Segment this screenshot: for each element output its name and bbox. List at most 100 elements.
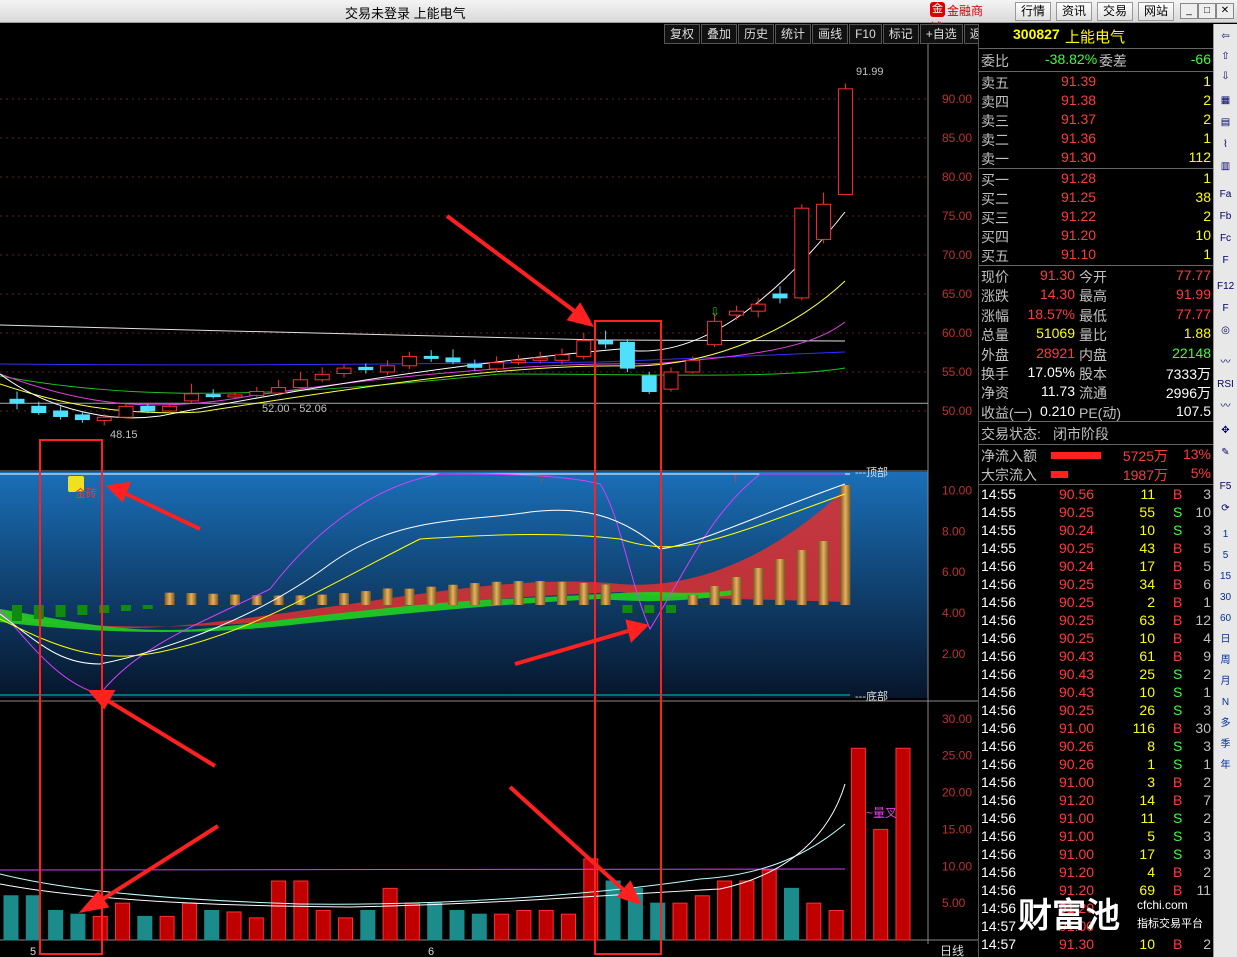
f5-icon[interactable]: F5 xyxy=(1217,478,1234,495)
volume-bar xyxy=(739,880,755,941)
candle-icon[interactable]: ▥ xyxy=(1217,158,1234,175)
period-button[interactable]: N xyxy=(1217,694,1234,711)
tick-time: 14:55 xyxy=(981,540,1017,556)
toolbar-mark-button[interactable]: 标记 xyxy=(882,24,919,44)
period-label[interactable]: 日线 xyxy=(940,944,964,957)
period-button[interactable]: 周 xyxy=(1217,652,1234,669)
indicator-bar xyxy=(55,605,66,617)
volume-bar xyxy=(828,910,844,941)
bid-row: 买一 91.28 1 xyxy=(981,170,1213,189)
f-tool-icon[interactable]: F xyxy=(1217,300,1234,317)
arrow-left-icon[interactable]: ⇦ xyxy=(1217,28,1234,45)
refresh-icon[interactable]: ⟳ xyxy=(1217,500,1234,517)
title-bar xyxy=(0,0,1237,23)
tick-row: 14:55 90.24 10 S 3 xyxy=(981,522,1213,541)
period-button[interactable]: 60 xyxy=(1217,610,1234,627)
ask-label: 卖五 xyxy=(981,75,1009,91)
brand-link[interactable]: 金金融商城 xyxy=(930,2,984,35)
toolbar-stats-button[interactable]: 统计 xyxy=(775,24,812,44)
minimize-icon[interactable]: _ xyxy=(1180,3,1198,19)
tick-time: 14:56 xyxy=(981,810,1017,826)
indicator-axis: 10.00 8.00 6.00 4.00 2.00 xyxy=(942,483,972,661)
period-button[interactable]: 1 xyxy=(1217,526,1234,543)
candle-body xyxy=(598,340,614,345)
toolbar-draw-button[interactable]: 画线 xyxy=(812,24,849,44)
toolbar-history-button[interactable]: 历史 xyxy=(738,24,775,44)
wave-icon-2[interactable]: 〰 xyxy=(1217,398,1234,415)
quote-label-2: 最高 xyxy=(1079,288,1107,305)
tick-side: B xyxy=(1173,648,1183,664)
circle-icon[interactable]: ◎ xyxy=(1217,322,1234,339)
bid-label: 买一 xyxy=(981,172,1009,188)
rsi-icon[interactable]: RSI xyxy=(1217,376,1234,393)
quote-label: 净资 xyxy=(981,385,1009,402)
wave-icon[interactable]: 〰 xyxy=(1217,354,1234,371)
quote-value: 18.57% xyxy=(1027,305,1075,322)
period-button[interactable]: 月 xyxy=(1217,673,1234,690)
tick-time: 14:57 xyxy=(981,918,1017,934)
nav-news-button[interactable]: 资讯 xyxy=(1056,2,1093,21)
tick-side: B xyxy=(1173,576,1183,592)
quote-value-2: 107.5 xyxy=(1175,402,1211,419)
period-button[interactable]: 季 xyxy=(1217,736,1234,753)
tick-side: B xyxy=(1173,774,1183,790)
indicator-bar xyxy=(12,605,22,621)
tick-count: 12 xyxy=(1195,612,1211,628)
nav-trade-button[interactable]: 交易 xyxy=(1097,2,1134,21)
indicator-bar xyxy=(382,588,393,605)
tick-count: 6 xyxy=(1203,576,1211,592)
ask-row: 卖五 91.39 1 xyxy=(981,73,1213,92)
period-button[interactable]: 5 xyxy=(1217,547,1234,564)
candle-body xyxy=(707,320,723,346)
period-button[interactable]: 多 xyxy=(1217,715,1234,732)
fa-icon[interactable]: Fa xyxy=(1217,186,1234,203)
period-button[interactable]: 日 xyxy=(1217,631,1234,648)
arrow-down-icon[interactable]: ⇩ xyxy=(1217,68,1234,85)
tick-volume: 11 xyxy=(1140,810,1155,826)
line-chart-icon[interactable]: ⌇ xyxy=(1217,136,1234,153)
trade-status-value: 闭市阶段 xyxy=(1053,426,1109,442)
period-button[interactable]: 30 xyxy=(1217,589,1234,606)
tick-side: B xyxy=(1173,864,1183,880)
volume-bar xyxy=(70,913,86,941)
f-doc-icon[interactable]: F xyxy=(1217,252,1234,269)
fc-icon[interactable]: Fc xyxy=(1217,230,1234,247)
tick-side: S xyxy=(1173,828,1183,844)
maximize-icon[interactable]: □ xyxy=(1198,3,1216,19)
quote-panel: 300827 上能电气 委比 -38.82% 委差 -66 卖五 91.39 1 卖四… xyxy=(978,24,1214,957)
close-icon[interactable]: ✕ xyxy=(1216,3,1234,19)
fb-icon[interactable]: Fb xyxy=(1217,208,1234,225)
price-tick-label: 65.00 xyxy=(942,287,972,301)
grid-icon[interactable]: ▤ xyxy=(1217,114,1234,131)
watermark-logo: 财富池 xyxy=(1018,897,1120,935)
toolbar-watchlist-button[interactable]: +自选 xyxy=(919,24,963,44)
period-button[interactable]: 年 xyxy=(1217,757,1234,774)
pencil-icon[interactable]: ✎ xyxy=(1217,444,1234,461)
f12-icon[interactable]: F12 xyxy=(1217,278,1234,295)
tick-time: 14:56 xyxy=(981,846,1017,862)
nav-website-button[interactable]: 网站 xyxy=(1138,2,1175,21)
period-button[interactable]: 15 xyxy=(1217,568,1234,585)
toolbar-overlay-button[interactable]: 叠加 xyxy=(701,24,738,44)
tick-row: 14:56 91.20 4 B 2 xyxy=(981,864,1213,883)
tick-count: 3 xyxy=(1203,846,1211,862)
stock-chart[interactable]: 90.0085.0080.0075.0070.0065.0060.0055.00… xyxy=(0,44,978,957)
candle-body xyxy=(292,379,308,389)
arrow-up-icon[interactable]: ⇧ xyxy=(1217,48,1234,65)
bid-volume: 10 xyxy=(1195,227,1211,243)
nav-quotes-button[interactable]: 行情 xyxy=(1015,2,1052,21)
indicator-bar xyxy=(99,605,110,613)
toolbar-adjust-button[interactable]: 复权 xyxy=(664,24,701,44)
tick-volume: 34 xyxy=(1139,576,1155,592)
volume-tick-label: 25.00 xyxy=(942,749,972,763)
quote-label-2: 量比 xyxy=(1079,327,1107,344)
chart-tool-icon[interactable]: ▦ xyxy=(1217,92,1234,109)
toolbar-f10-button[interactable]: F10 xyxy=(849,24,882,44)
tick-row: 14:56 90.24 17 B 5 xyxy=(981,558,1213,577)
tick-row: 14:55 90.25 55 S 10 xyxy=(981,504,1213,523)
tick-price: 91.00 xyxy=(1059,846,1095,862)
tick-row: 14:56 90.43 10 S 1 xyxy=(981,684,1213,703)
tick-volume: 10 xyxy=(1139,522,1155,538)
tick-count: 1 xyxy=(1203,594,1211,610)
move-icon[interactable]: ✥ xyxy=(1217,422,1234,439)
